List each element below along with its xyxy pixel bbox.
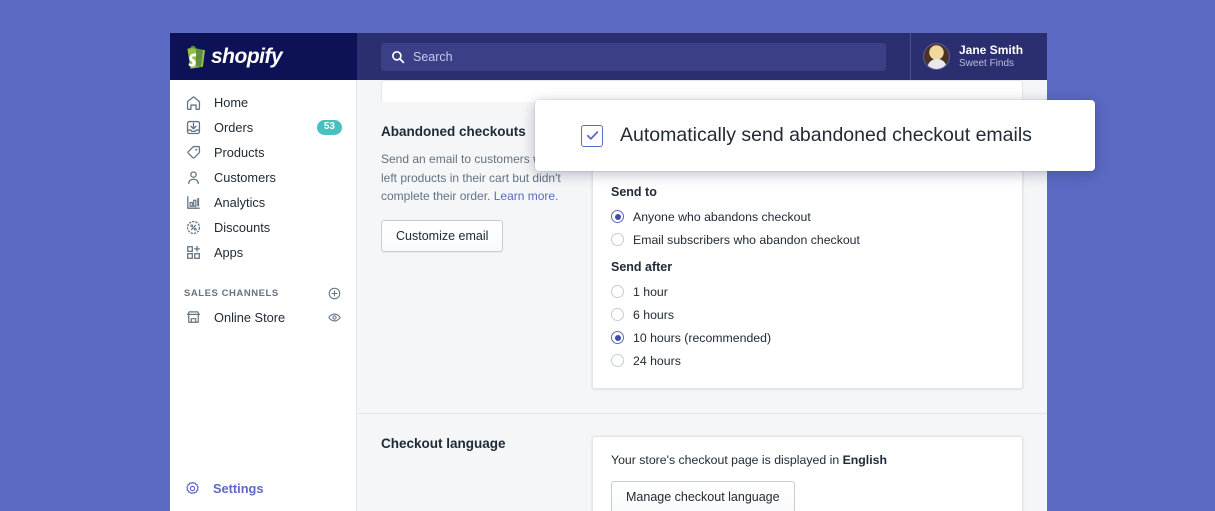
send-to-label: Send to [611,185,1004,199]
discount-percent-icon [184,219,202,237]
radio-label: 10 hours (recommended) [633,331,771,345]
user-menu[interactable]: Jane Smith Sweet Finds [910,33,1047,80]
sidebar-item-discounts[interactable]: Discounts [170,215,356,240]
customize-email-button[interactable]: Customize email [381,220,503,252]
search-placeholder: Search [413,50,453,64]
shopify-logo[interactable]: shopify [170,33,357,80]
radio-email-subscribers[interactable]: Email subscribers who abandon checkout [611,228,1004,251]
gear-icon [184,480,201,497]
sidebar-item-label: Home [214,95,342,110]
sales-channels-header: SALES CHANNELS [170,281,356,305]
callout-label: Automatically send abandoned checkout em… [620,124,1032,147]
radio-indicator [611,354,624,367]
search-icon [391,50,405,64]
radio-label: Anyone who abandons checkout [633,210,811,224]
shopify-bag-logo-icon [184,45,206,69]
send-after-label: Send after [611,260,1004,274]
sidebar-item-settings[interactable]: Settings [170,475,357,501]
tag-icon [184,144,202,162]
radio-10-hours[interactable]: 10 hours (recommended) [611,326,1004,349]
sidebar-item-products[interactable]: Products [170,140,356,165]
search-input[interactable]: Search [381,43,886,71]
sidebar-item-orders[interactable]: Orders 53 [170,115,356,140]
sales-channels-title: SALES CHANNELS [184,288,327,299]
plus-circle-icon[interactable] [327,286,342,301]
radio-6-hours[interactable]: 6 hours [611,303,1004,326]
statement-prefix: Your store's checkout page is displayed … [611,453,843,467]
checkout-language-statement: Your store's checkout page is displayed … [611,453,1004,467]
sidebar-item-analytics[interactable]: Analytics [170,190,356,215]
sidebar-item-label: Products [214,145,342,160]
user-name: Jane Smith [959,43,1023,58]
sidebar-item-label: Settings [213,481,343,496]
bar-chart-icon [184,194,202,212]
nav-spacer [170,265,356,281]
sidebar-item-home[interactable]: Home [170,90,356,115]
radio-indicator [611,210,624,223]
orders-count-badge: 53 [317,120,342,135]
orders-inbox-icon [184,119,202,137]
search-zone: Search [357,33,910,80]
zoom-callout-overlay: Automatically send abandoned checkout em… [535,100,1095,171]
sidebar-item-customers[interactable]: Customers [170,165,356,190]
radio-24-hours[interactable]: 24 hours [611,349,1004,372]
learn-more-link[interactable]: Learn more. [494,189,559,203]
radio-label: 1 hour [633,285,668,299]
person-icon [184,169,202,187]
apps-grid-plus-icon [184,244,202,262]
radio-label: 6 hours [633,308,674,322]
checkout-language-title: Checkout language [381,436,566,451]
radio-1-hour[interactable]: 1 hour [611,280,1004,303]
checkout-language-card: Your store's checkout page is displayed … [592,436,1023,511]
previous-card-stub-wrap [357,80,1047,102]
section-checkout-language: Checkout language Your store's checkout … [357,413,1047,511]
radio-indicator [611,331,624,344]
statement-language-value: English [843,453,887,467]
radio-anyone-abandons[interactable]: Anyone who abandons checkout [611,205,1004,228]
sidebar-item-label: Orders [214,120,317,135]
sidebar-item-label: Analytics [214,195,342,210]
top-bar: shopify Search Jane Smith Sweet Finds [170,33,1047,80]
radio-indicator [611,233,624,246]
section-left-column: Checkout language [381,436,566,511]
radio-label: 24 hours [633,354,681,368]
store-name: Sweet Finds [959,58,1023,71]
automatically-send-emails-checkbox[interactable] [581,125,603,147]
previous-card-stub [381,80,1023,102]
sidebar-item-online-store[interactable]: Online Store [170,305,356,330]
sidebar-item-label: Discounts [214,220,342,235]
eye-icon[interactable] [327,310,342,325]
sidebar-item-apps[interactable]: Apps [170,240,356,265]
radio-label: Email subscribers who abandon checkout [633,233,860,247]
radio-indicator [611,308,624,321]
sidebar-item-label: Online Store [214,310,327,325]
field-spacer [611,251,1004,260]
home-icon [184,94,202,112]
shopify-wordmark: shopify [211,45,282,69]
avatar [923,43,950,70]
manage-checkout-language-button[interactable]: Manage checkout language [611,481,795,511]
sidebar: Home Orders 53 [170,80,357,511]
sidebar-item-label: Customers [214,170,342,185]
sidebar-item-label: Apps [214,245,342,260]
checked-checkbox-icon [585,128,600,143]
storefront-icon [184,309,202,327]
radio-indicator [611,285,624,298]
sidebar-nav: Home Orders 53 [170,80,356,330]
